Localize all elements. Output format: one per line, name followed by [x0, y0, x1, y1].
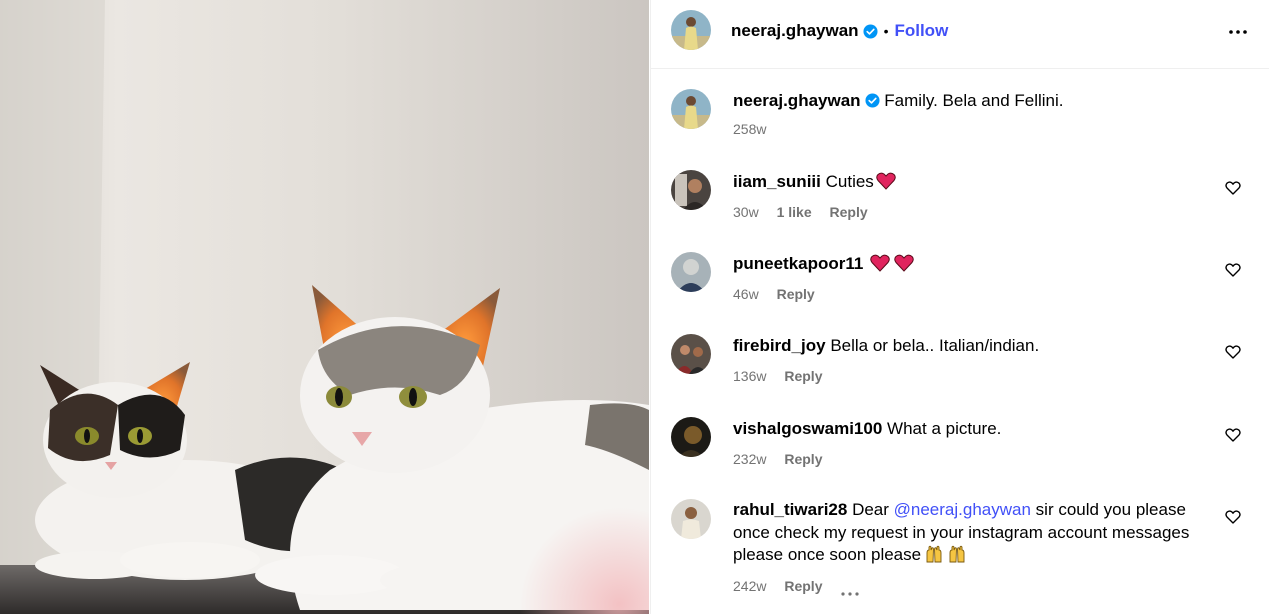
more-options-icon[interactable] — [1226, 20, 1250, 44]
header-author-line: neeraj.ghaywan • Follow — [731, 19, 948, 43]
comment-username[interactable]: iiam_suniii — [733, 172, 821, 191]
commenter-avatar-image — [671, 252, 711, 292]
caption-avatar-image — [671, 89, 711, 129]
reply-button[interactable]: Reply — [784, 368, 822, 384]
commenter-avatar[interactable] — [671, 252, 711, 292]
comment-username[interactable]: rahul_tiwari28 — [733, 500, 847, 519]
comment-text-block: iiam_suniii Cuties — [733, 170, 1213, 193]
comment-age[interactable]: 232w — [733, 451, 766, 467]
comment-meta: 136w Reply — [733, 368, 836, 384]
red-heart-emoji-icon — [870, 254, 890, 272]
raising-hands-emoji-icon — [947, 544, 967, 564]
comment-options-icon[interactable] — [840, 584, 860, 596]
post-photo[interactable] — [0, 0, 649, 614]
post-details-panel: neeraj.ghaywan • Follow neeraj.ghaywan F… — [650, 0, 1269, 614]
author-avatar-image — [671, 10, 711, 50]
follow-button[interactable]: Follow — [894, 21, 948, 41]
comment-meta: 46w Reply — [733, 286, 829, 302]
comment-text-before: Dear — [852, 500, 894, 519]
like-heart-icon[interactable] — [1225, 344, 1241, 360]
caption-meta: 258w — [733, 121, 780, 137]
comment-text-block: vishalgoswami100 What a picture. — [733, 417, 1213, 440]
like-heart-icon[interactable] — [1225, 262, 1241, 278]
comment-text: Cuties — [825, 172, 874, 191]
commenter-avatar[interactable] — [671, 499, 711, 539]
cats-photo — [0, 0, 649, 614]
commenter-avatar[interactable] — [671, 170, 711, 210]
comment-meta: 232w Reply — [733, 451, 836, 467]
comment-username[interactable]: firebird_joy — [733, 336, 826, 355]
comment-text: What a picture. — [887, 419, 1002, 438]
comment-age[interactable]: 136w — [733, 368, 766, 384]
caption-author-avatar[interactable] — [671, 89, 711, 129]
mention-link[interactable]: @neeraj.ghaywan — [894, 500, 1031, 519]
comment-text: Bella or bela.. Italian/indian. — [830, 336, 1040, 355]
commenter-avatar[interactable] — [671, 417, 711, 457]
commenter-avatar[interactable] — [671, 334, 711, 374]
red-heart-emoji-icon — [894, 254, 914, 272]
author-username[interactable]: neeraj.ghaywan — [731, 21, 859, 41]
commenter-avatar-image — [671, 334, 711, 374]
reply-button[interactable]: Reply — [784, 578, 822, 594]
reply-button[interactable]: Reply — [830, 204, 868, 220]
caption-text-block: neeraj.ghaywan Family. Bela and Fellini. — [733, 89, 1213, 112]
commenter-avatar-image — [671, 170, 711, 210]
author-avatar[interactable] — [671, 10, 711, 50]
comment-age[interactable]: 242w — [733, 578, 766, 594]
comment-text-block: puneetkapoor11 — [733, 252, 1213, 275]
commenter-avatar-image — [671, 499, 711, 539]
comment-text-block: rahul_tiwari28 Dear @neeraj.ghaywan sir … — [733, 499, 1213, 567]
commenter-avatar-image — [671, 417, 711, 457]
reply-button[interactable]: Reply — [777, 286, 815, 302]
separator-dot: • — [883, 23, 889, 39]
comment-text-block: firebird_joy Bella or bela.. Italian/ind… — [733, 334, 1213, 357]
comment-age[interactable]: 46w — [733, 286, 759, 302]
like-heart-icon[interactable] — [1225, 427, 1241, 443]
verified-badge-icon — [865, 91, 880, 108]
raising-hands-emoji-icon — [924, 544, 944, 564]
comment-meta: 30w 1 like Reply — [733, 204, 882, 220]
comment-username[interactable]: puneetkapoor11 — [733, 254, 863, 273]
comment-meta: 242w Reply — [733, 578, 874, 596]
comment-username[interactable]: vishalgoswami100 — [733, 419, 882, 438]
caption-age[interactable]: 258w — [733, 121, 766, 137]
comment-age[interactable]: 30w — [733, 204, 759, 220]
caption-username[interactable]: neeraj.ghaywan — [733, 91, 861, 110]
red-heart-emoji-icon — [876, 172, 896, 190]
verified-badge-icon — [863, 23, 878, 39]
comment-likes[interactable]: 1 like — [777, 204, 812, 220]
like-heart-icon[interactable] — [1225, 180, 1241, 196]
like-heart-icon[interactable] — [1225, 509, 1241, 525]
reply-button[interactable]: Reply — [784, 451, 822, 467]
caption-text: Family. Bela and Fellini. — [884, 91, 1064, 110]
post-header: neeraj.ghaywan • Follow — [651, 0, 1269, 69]
